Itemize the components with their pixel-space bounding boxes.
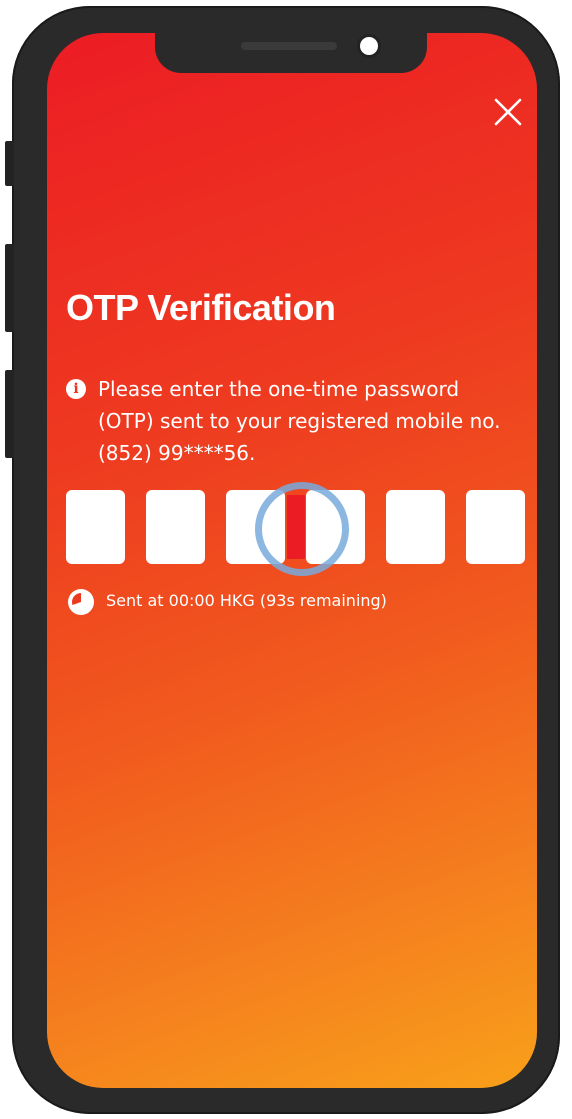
otp-digit-3[interactable] — [226, 490, 285, 564]
phone-volume-up — [5, 244, 14, 332]
otp-digit-4[interactable] — [306, 490, 365, 564]
phone-volume-down — [5, 370, 14, 458]
otp-digit-2[interactable] — [146, 490, 205, 564]
timer-status: Sent at 00:00 HKG (93s remaining) — [106, 591, 387, 610]
instruction-text: Please enter the one-time password (OTP)… — [98, 377, 501, 465]
speaker-grille — [241, 42, 337, 50]
otp-digit-6[interactable] — [466, 490, 525, 564]
clock-icon — [68, 589, 94, 615]
camera-icon — [360, 37, 378, 55]
phone-silent-switch — [5, 141, 14, 186]
otp-input-group — [66, 482, 526, 576]
otp-digit-5[interactable] — [386, 490, 445, 564]
close-icon — [494, 98, 522, 126]
app-screen: OTP Verification i Please enter the one-… — [47, 33, 537, 1088]
text-cursor — [287, 495, 305, 559]
page-title: OTP Verification — [66, 287, 336, 328]
close-button[interactable] — [493, 97, 523, 127]
info-icon: i — [66, 379, 86, 399]
otp-digit-1[interactable] — [66, 490, 125, 564]
phone-notch — [155, 33, 427, 73]
